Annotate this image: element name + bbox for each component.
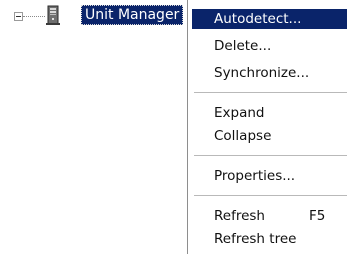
menu-separator [194,195,347,196]
collapse-minus-icon[interactable] [14,12,23,21]
menu-item-collapse[interactable]: Collapse [192,126,347,146]
screen: Unit Manager Autodetect... Delete... Syn… [0,0,347,254]
tower-computer-icon [46,5,60,25]
tree-connector-line [23,16,45,17]
menu-item-properties[interactable]: Properties... [192,166,347,186]
tree-node-unit-manager[interactable]: Unit Manager [81,5,184,25]
menu-item-autodetect[interactable]: Autodetect... [192,9,347,29]
menu-item-delete[interactable]: Delete... [192,36,347,56]
refresh-shortcut: F5 [309,208,326,224]
context-menu: Autodetect... Delete... Synchronize... E… [187,0,347,254]
menu-item-refresh-label: Refresh [214,208,265,224]
menu-item-refresh-tree[interactable]: Refresh tree [192,229,347,249]
menu-item-expand[interactable]: Expand [192,103,347,123]
menu-separator [194,155,347,156]
menu-item-synchronize[interactable]: Synchronize... [192,63,347,83]
menu-separator [194,92,347,93]
menu-item-refresh[interactable]: Refresh F5 [192,206,347,226]
